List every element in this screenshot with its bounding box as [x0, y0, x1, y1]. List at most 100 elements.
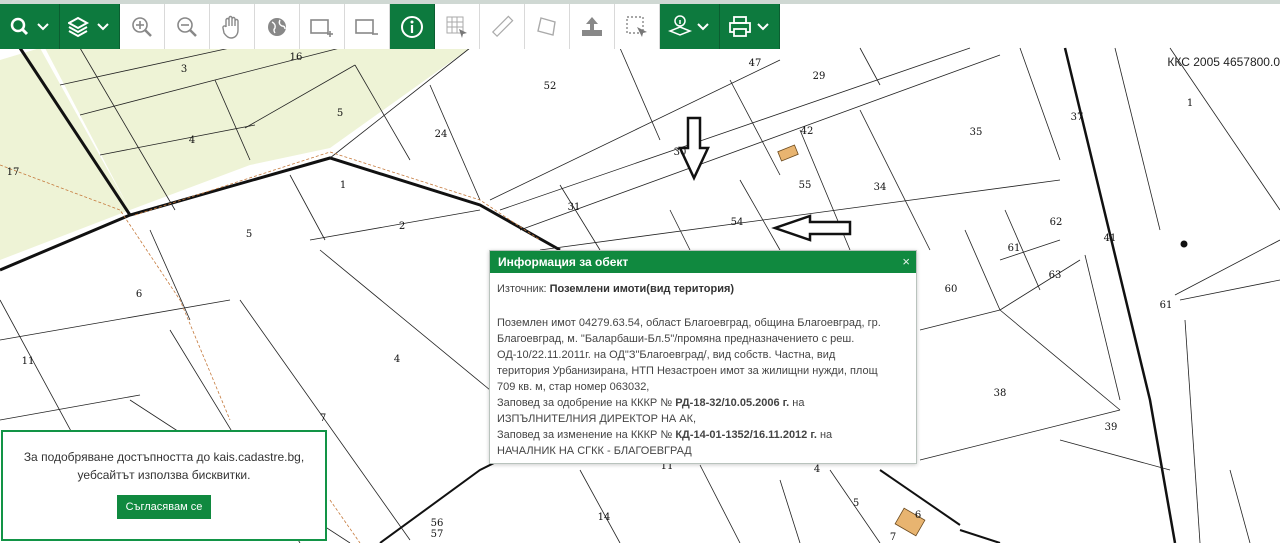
- coordinate-readout: ККС 2005 4657800.0: [1167, 55, 1280, 69]
- parcel-number-label: 57: [431, 529, 444, 540]
- parcel-number-label: 54: [731, 217, 744, 228]
- zoom-in-icon: [132, 16, 152, 37]
- info-layers-icon: [667, 14, 709, 36]
- parcel-number-label: 41: [1104, 233, 1117, 244]
- parcel-line: Поземлен имот 04279.63.54, област Благое…: [497, 317, 881, 329]
- parcel-number-label: 4: [189, 135, 195, 146]
- printer-icon: [728, 15, 769, 37]
- search-button[interactable]: [0, 4, 60, 49]
- parcel-number-label: 60: [945, 284, 958, 295]
- approval-order-prefix: Заповед за одобрение на КККР №: [497, 397, 673, 409]
- cookie-text: За подобряване достъпността до kais.cada…: [3, 448, 325, 484]
- parcel-number-label: 37: [1071, 112, 1084, 123]
- approval-order-authority: ИЗПЪЛНИТЕЛНИЯ ДИРЕКТОР НА АК,: [497, 413, 697, 425]
- parcel-number-label: 47: [749, 58, 762, 69]
- parcel-number-label: 62: [1050, 217, 1063, 228]
- parcel-number-label: 7: [890, 532, 896, 543]
- info-button[interactable]: [390, 4, 435, 49]
- approval-order-line: Заповед за одобрение на КККР № РД-18-32/…: [497, 395, 908, 411]
- measure-area-button[interactable]: [525, 4, 570, 49]
- parcel-number-label: 6: [136, 289, 142, 300]
- measure-coords-button[interactable]: [435, 4, 480, 49]
- cookie-text-line: уебсайтът използва бисквитки.: [77, 468, 251, 482]
- parcel-number-label: 24: [435, 129, 448, 140]
- parcel-number-label: 38: [994, 388, 1007, 399]
- parcel-number-label: 39: [1105, 422, 1118, 433]
- select-box-icon: [626, 15, 647, 37]
- amendment-order-authority: НАЧАЛНИК НА СГКК - БЛАГОЕВГРАД: [497, 445, 692, 457]
- parcel-number-label: 5: [337, 108, 343, 119]
- parcel-number-label: 5: [246, 229, 252, 240]
- parcel-number-label: 63: [1049, 270, 1062, 281]
- map-toolbar: [0, 4, 780, 49]
- parcel-line: ОД-10/22.11.2011г. на ОД"З"Благоевград/,…: [497, 349, 836, 361]
- parcel-number-label: 56: [431, 518, 444, 529]
- popup-source: Източник: Поземлени имоти(вид територия): [497, 281, 908, 297]
- zoom-box-out-icon: [355, 18, 378, 35]
- measure-distance-button[interactable]: [480, 4, 525, 49]
- parcel-number-label: 5: [853, 498, 859, 509]
- polygon-icon: [537, 16, 556, 36]
- parcel-number-label: 29: [813, 71, 826, 82]
- popup-body: Източник: Поземлени имоти(вид територия)…: [490, 273, 916, 459]
- amendment-order-suffix: на: [819, 429, 833, 441]
- parcel-line: Благоевград, м. "Баларбаши-Бл.5"/промяна…: [497, 333, 855, 345]
- parcel-number-label: 61: [1008, 243, 1021, 254]
- hand-icon: [222, 15, 239, 39]
- layers-button[interactable]: [60, 4, 120, 49]
- globe-icon: [268, 17, 286, 36]
- parcel-number-label: 14: [598, 512, 611, 523]
- parcel-number-label: 16: [290, 52, 303, 63]
- amendment-order-line: Заповед за изменение на КККР № КД-14-01-…: [497, 427, 908, 443]
- popup-title: Информация за обект: [498, 255, 629, 269]
- search-icon: [10, 17, 49, 35]
- parcel-number-label: 35: [970, 127, 983, 138]
- select-area-button[interactable]: [615, 4, 660, 49]
- print-button[interactable]: [720, 4, 780, 49]
- info-icon: [401, 15, 423, 38]
- parcel-line: 709 кв. м, стар номер 063032,: [497, 381, 650, 393]
- zoom-box-in-button[interactable]: [300, 4, 345, 49]
- parcel-number-label: 30: [674, 147, 687, 158]
- info-layers-button[interactable]: [660, 4, 720, 49]
- parcel-number-label: 61: [1160, 300, 1173, 311]
- parcel-line: територия Урбанизирана, НТП Незастроен и…: [497, 365, 878, 377]
- parcel-number-label: 6: [915, 510, 921, 521]
- zoom-out-button[interactable]: [165, 4, 210, 49]
- layers-icon: [67, 16, 109, 37]
- amendment-order-number: КД-14-01-1352/16.11.2012 г.: [675, 429, 817, 441]
- parcel-number-label: 2: [399, 221, 405, 232]
- zoom-box-out-button[interactable]: [345, 4, 390, 49]
- source-value: Поземлени имоти(вид територия): [549, 283, 735, 295]
- upload-button[interactable]: [570, 4, 615, 49]
- full-extent-button[interactable]: [255, 4, 300, 49]
- ruler-icon: [491, 15, 514, 37]
- parcel-number-label: 17: [7, 167, 20, 178]
- parcel-number-label: 34: [874, 182, 887, 193]
- parcel-number-label: 1: [1187, 98, 1193, 109]
- pan-button[interactable]: [210, 4, 255, 49]
- zoom-in-button[interactable]: [120, 4, 165, 49]
- approval-order-number: РД-18-32/10.05.2006 г.: [675, 397, 790, 409]
- grid-pointer-icon: [446, 16, 467, 38]
- approval-order-suffix: на: [792, 397, 805, 409]
- parcel-number-label: 4: [394, 354, 400, 365]
- parcel-number-label: 7: [320, 413, 326, 424]
- source-label: Източник:: [497, 283, 547, 295]
- accept-cookies-button[interactable]: Съгласявам се: [116, 495, 212, 519]
- parcel-number-label: 3: [181, 64, 187, 75]
- parcel-number-label: 11: [22, 356, 35, 367]
- parcel-number-label: 4: [814, 464, 820, 475]
- parcel-number-label: 52: [544, 81, 557, 92]
- zoom-out-icon: [177, 16, 197, 37]
- object-info-popup: Информация за обект × Източник: Поземлен…: [489, 250, 917, 464]
- zoom-box-in-icon: [310, 18, 333, 37]
- parcel-number-label: 55: [799, 180, 812, 191]
- parcel-number-label: 31: [568, 202, 581, 213]
- parcel-number-label: 42: [801, 126, 814, 137]
- cookie-text-line: За подобряване достъпността до kais.cada…: [23, 450, 305, 464]
- close-icon[interactable]: ×: [902, 251, 910, 273]
- upload-icon: [582, 16, 602, 36]
- popup-header: Информация за обект ×: [490, 251, 916, 273]
- cookie-banner: За подобряване достъпността до kais.cada…: [1, 430, 327, 541]
